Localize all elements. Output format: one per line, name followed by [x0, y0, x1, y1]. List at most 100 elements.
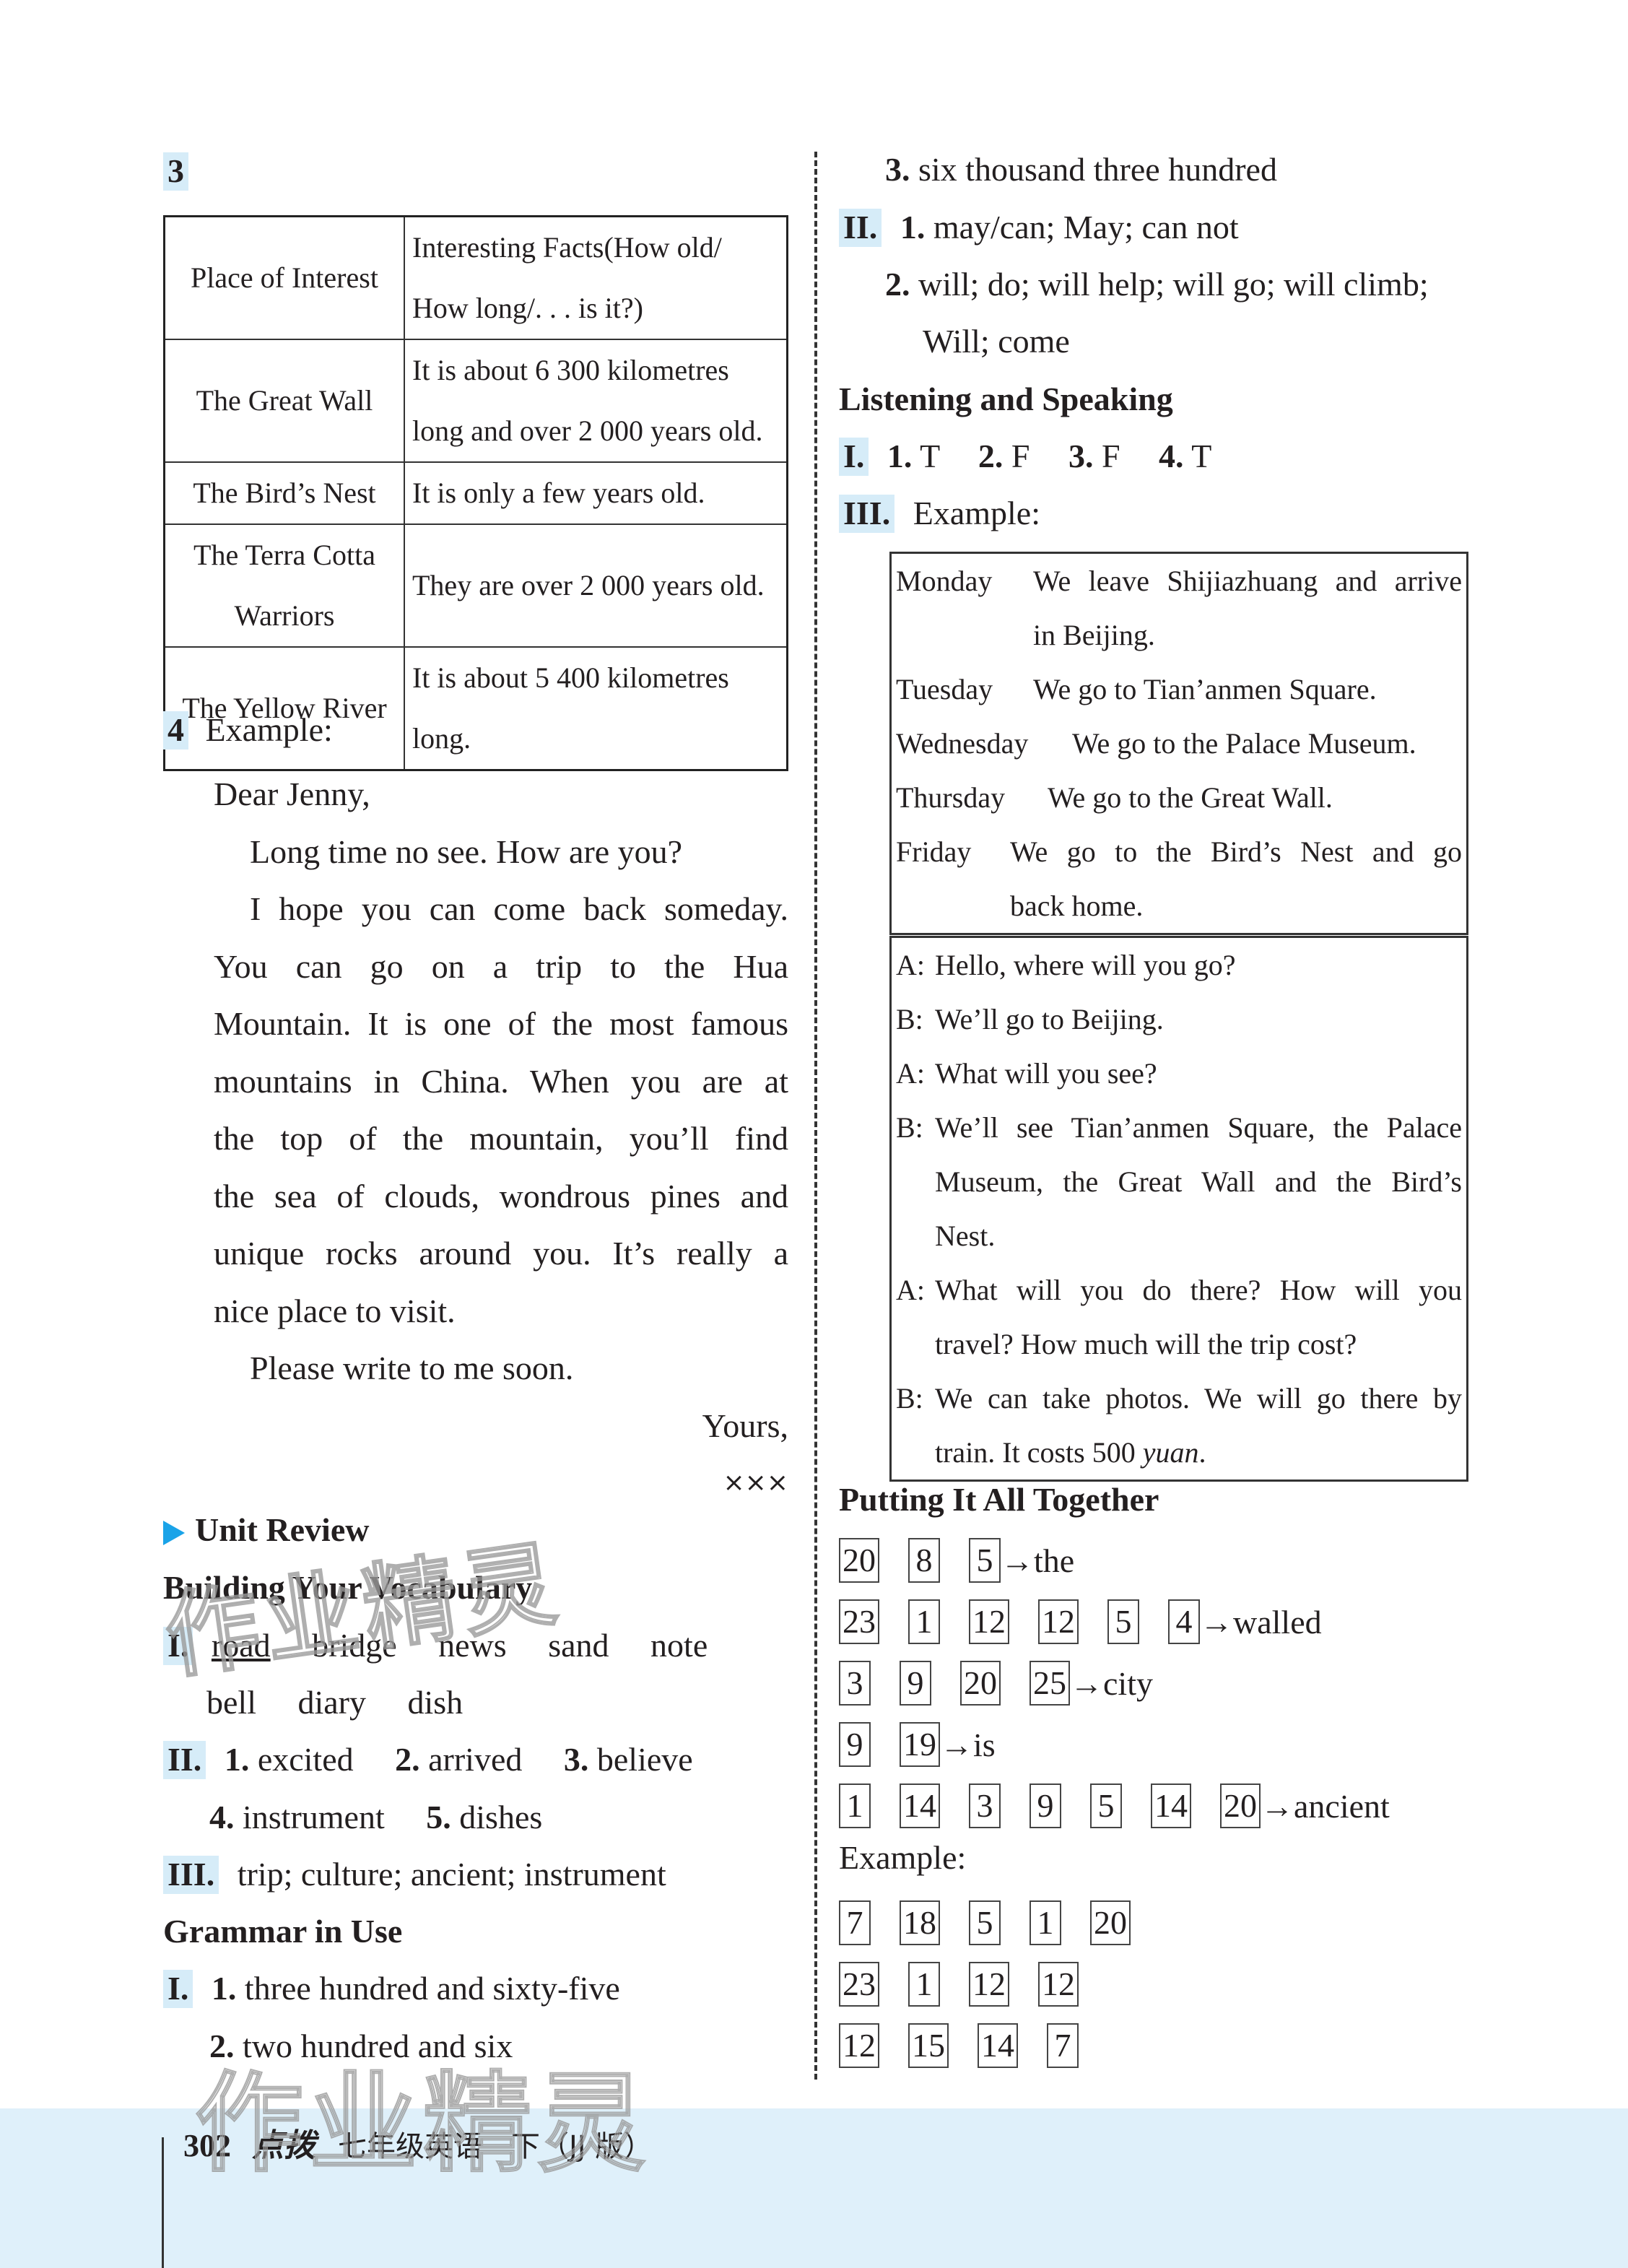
number-code-row: 20 8 5 →the — [839, 1538, 1074, 1583]
table-row: The Great Wall It is about 6 300 kilomet… — [163, 339, 788, 463]
number-code-row: 23 1 12 12 — [839, 1962, 1107, 2007]
number-code-row: 7 18 5 1 20 — [839, 1900, 1159, 1945]
dialogue-line: B: We can take photos. We will go there b… — [896, 1382, 1462, 1415]
places-of-interest-table: Place of Interest Interesting Facts(How … — [163, 215, 788, 771]
number-box: 25 — [1030, 1661, 1070, 1706]
number-box: 23 — [839, 1599, 879, 1644]
question-4-tag: 4 — [163, 711, 188, 750]
grammar-II-item-1: II. 1. may/can; May; can not — [839, 208, 1239, 247]
letter-line: Mountain. It is one of the most famous — [214, 1005, 788, 1042]
number-box: 1 — [908, 1962, 940, 2007]
number-box: 9 — [1030, 1783, 1061, 1828]
question-4-label: Example: — [205, 711, 333, 748]
decoded-word: →the — [1001, 1542, 1075, 1579]
table-cell-fact: They are over 2 000 years old. — [404, 523, 788, 648]
letter-greeting: Dear Jenny, — [214, 775, 370, 812]
number-box: 19 — [900, 1722, 940, 1767]
decoded-word: →city — [1070, 1664, 1153, 1702]
answer-item: 1. excited — [224, 1741, 354, 1778]
letter-line: nice place to visit. — [214, 1292, 456, 1329]
letter-signature: ××× — [723, 1468, 789, 1498]
letter-line: the top of the mountain, you’ll find — [214, 1120, 788, 1157]
dialogue-line: A: What will you do there? How will you — [896, 1274, 1462, 1306]
table-header-row: Place of Interest Interesting Facts(How … — [163, 215, 788, 340]
number-box: 1 — [839, 1783, 871, 1828]
letter-paragraph-1: Long time no see. How are you? — [250, 833, 683, 870]
number-box: 20 — [1090, 1900, 1131, 1945]
vocab-II-line-1: II. 1. excited 2. arrived 3. believe — [163, 1740, 693, 1779]
number-box: 3 — [969, 1783, 1001, 1828]
number-box: 9 — [900, 1661, 931, 1706]
table-header-facts: Interesting Facts(How old/ How long/. . … — [404, 215, 788, 340]
answer-item: 3. believe — [563, 1741, 693, 1778]
number-box: 1 — [1030, 1900, 1061, 1945]
letter-paragraph-3: Please write to me soon. — [250, 1350, 574, 1386]
dialogue-line: A: What will you see? — [896, 1057, 1157, 1090]
answer-item: 5. dishes — [426, 1799, 543, 1835]
number-box: 1 — [908, 1599, 940, 1644]
grammar-II-item-2: 2. will; do; will help; will go; will cl… — [885, 266, 1429, 303]
number-box: 7 — [1047, 2023, 1079, 2068]
question-3-tag: 3 — [163, 152, 188, 191]
number-box: 5 — [969, 1538, 1001, 1583]
table-header-place: Place of Interest — [163, 215, 405, 340]
table-row: The Terra Cotta Warriors They are over 2… — [163, 523, 788, 648]
schedule-row: Tuesday We go to Tian’anmen Square. — [896, 673, 1377, 705]
schedule-box: Monday We leave Shijiazhuang and arrive … — [889, 552, 1468, 935]
number-code-row: 12 15 14 7 — [839, 2023, 1107, 2068]
table-cell-place: The Yellow River — [163, 646, 405, 771]
number-box: 20 — [1220, 1783, 1261, 1828]
letter-line: I hope you can come back someday. — [250, 890, 788, 927]
table-cell-fact: It is about 6 300 kilometres long and ov… — [404, 339, 788, 463]
number-box: 18 — [900, 1900, 940, 1945]
decoded-word: →is — [940, 1726, 996, 1763]
table-row: The Yellow River It is about 5 400 kilom… — [163, 646, 788, 771]
letter-closing: Yours, — [702, 1407, 788, 1444]
answer-item: 2. arrived — [395, 1741, 523, 1778]
decoded-word: →ancient — [1261, 1787, 1390, 1825]
letter-line: the sea of clouds, wondrous pines and — [214, 1177, 788, 1215]
number-box: 14 — [900, 1783, 940, 1828]
number-box: 12 — [839, 2023, 879, 2068]
table-cell-fact: It is about 5 400 kilometres long. — [404, 646, 788, 771]
grammar-II-item-2-continued: Will; come — [923, 323, 1070, 360]
letter-line: mountains in China. When you are at — [214, 1062, 788, 1100]
schedule-row: Wednesday We go to the Palace Museum. — [896, 727, 1416, 760]
table-row: The Bird’s Nest It is only a few years o… — [163, 461, 788, 525]
table-cell-place: The Bird’s Nest — [163, 461, 405, 525]
dialogue-line: A: Hello, where will you go? — [896, 949, 1236, 981]
number-box: 20 — [960, 1661, 1001, 1706]
listening-III: III. Example: — [839, 494, 1040, 533]
number-box: 8 — [908, 1538, 940, 1583]
table-cell-place: The Great Wall — [163, 339, 405, 463]
grammar-heading: Grammar in Use — [163, 1913, 403, 1950]
number-box: 3 — [839, 1661, 871, 1706]
triangle-bullet-icon — [163, 1521, 185, 1546]
example-label: Example: — [839, 1839, 967, 1876]
column-divider — [814, 152, 817, 2080]
decoded-word: →walled — [1200, 1603, 1322, 1641]
schedule-row: Thursday We go to the Great Wall. — [896, 781, 1333, 814]
number-box: 20 — [839, 1538, 879, 1583]
answer-item: 4. instrument — [209, 1799, 385, 1835]
number-box: 4 — [1168, 1599, 1200, 1644]
letter-line: unique rocks around you. It’s really a — [214, 1235, 788, 1272]
letter-line: You can go on a trip to the Hua — [214, 947, 788, 985]
number-box: 12 — [1038, 1962, 1079, 2007]
watermark: 作业精灵 — [194, 2061, 652, 2188]
vocab-word: diary — [297, 1684, 366, 1721]
number-box: 5 — [969, 1900, 1001, 1945]
number-box: 23 — [839, 1962, 879, 2007]
footer-rule — [162, 2137, 164, 2268]
number-box: 7 — [839, 1900, 871, 1945]
number-box: 5 — [1107, 1599, 1139, 1644]
question-4-header: 4 Example: — [163, 711, 333, 750]
table-cell-place: The Terra Cotta Warriors — [163, 523, 405, 648]
dialogue-line: B: We’ll see Tian’anmen Square, the Palac… — [896, 1111, 1462, 1144]
listening-heading: Listening and Speaking — [839, 381, 1173, 417]
number-box: 12 — [969, 1962, 1009, 2007]
number-box: 14 — [978, 2023, 1018, 2068]
listening-I: I. 1. T 2. F 3. F 4. T — [839, 437, 1211, 476]
vocab-word: dish — [407, 1684, 463, 1721]
table-cell-fact: It is only a few years old. — [404, 461, 788, 525]
